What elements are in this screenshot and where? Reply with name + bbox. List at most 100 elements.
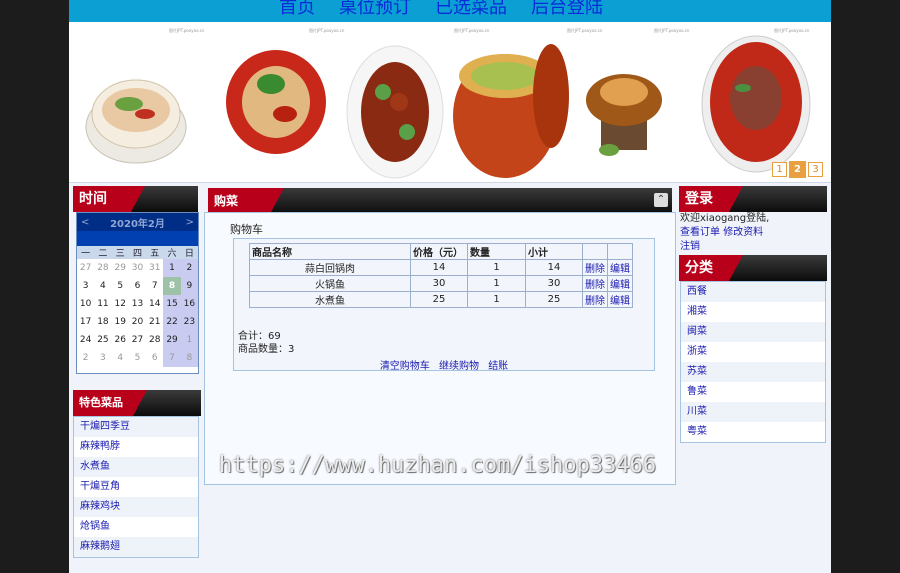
page: 首页 桌位预订 已选菜品 后台登陆 图片JPT.pooyoo.cn 图片JPT.…	[69, 0, 831, 573]
dish-image-1	[85, 79, 187, 164]
pager-page-2[interactable]: 2	[789, 161, 806, 178]
banner-watermark: 图片JPT.pooyoo.cn	[654, 28, 690, 33]
table-row: 水煮鱼 25 1 25 删除 编辑	[249, 291, 633, 308]
calendar-day[interactable]: 18	[94, 313, 111, 331]
category-link[interactable]: 粤菜	[681, 422, 825, 442]
calendar-day[interactable]: 16	[180, 295, 198, 313]
clear-cart-link[interactable]: 清空购物车	[380, 361, 430, 372]
cart-item-name: 火锅鱼	[249, 275, 411, 292]
featured-header: 特色菜品	[73, 390, 201, 416]
calendar-day[interactable]: 28	[146, 331, 163, 349]
calendar-day[interactable]: 4	[112, 349, 129, 367]
featured-dish-link[interactable]: 麻辣鸡块	[74, 497, 198, 517]
category-link[interactable]: 西餐	[681, 282, 825, 302]
cart-title: 购物车	[230, 223, 263, 236]
calendar-day-today[interactable]: 8	[163, 277, 181, 295]
calendar-day[interactable]: 14	[146, 295, 163, 313]
cart-summary: 合计：69 商品数量：3	[238, 330, 294, 356]
calendar-day[interactable]: 6	[129, 277, 146, 295]
table-row: 蒜白回锅肉 14 1 14 删除 编辑	[249, 259, 633, 276]
calendar-day[interactable]: 27	[129, 331, 146, 349]
featured-dish-link[interactable]: 干煸四季豆	[74, 417, 198, 437]
calendar-day[interactable]: 5	[129, 349, 146, 367]
cart-item-price: 25	[410, 291, 468, 308]
calendar-day[interactable]: 20	[129, 313, 146, 331]
featured-dish-link[interactable]: 干煸豆角	[74, 477, 198, 497]
calendar-day[interactable]: 15	[163, 295, 181, 313]
pager-page-3[interactable]: 3	[808, 162, 823, 177]
category-link[interactable]: 浙菜	[681, 342, 825, 362]
dish-image-6	[701, 35, 811, 173]
category-link[interactable]: 闽菜	[681, 322, 825, 342]
category-link[interactable]: 苏菜	[681, 362, 825, 382]
delete-link[interactable]: 删除	[585, 296, 605, 307]
continue-shopping-link[interactable]: 继续购物	[439, 361, 479, 372]
edit-link[interactable]: 编辑	[610, 264, 630, 275]
column-header: 数量	[467, 243, 526, 260]
dish-image-2	[226, 50, 326, 154]
delete-link[interactable]: 删除	[585, 280, 605, 291]
calendar-day[interactable]: 9	[180, 277, 198, 295]
edit-link[interactable]: 编辑	[610, 296, 630, 307]
calendar-day[interactable]: 2	[77, 349, 94, 367]
calendar-day[interactable]: 10	[77, 295, 94, 313]
banner-watermark: 图片JPT.pooyoo.cn	[567, 28, 603, 33]
calendar-day[interactable]: 22	[163, 313, 181, 331]
edit-profile-link[interactable]: 修改资料	[723, 227, 763, 238]
dish-image-5	[586, 74, 662, 156]
calendar-day[interactable]: 21	[146, 313, 163, 331]
calendar-prev-button[interactable]: <	[81, 217, 89, 228]
time-header: 时间	[73, 186, 198, 212]
calendar-day[interactable]: 3	[77, 277, 94, 295]
calendar-day[interactable]: 1	[163, 259, 181, 277]
calendar-day[interactable]: 3	[94, 349, 111, 367]
pager-page-1[interactable]: 1	[772, 162, 787, 177]
checkout-link[interactable]: 结账	[488, 361, 508, 372]
calendar-day[interactable]: 2	[180, 259, 198, 277]
calendar-day[interactable]: 26	[112, 331, 129, 349]
featured-dish-link[interactable]: 炝锅鱼	[74, 517, 198, 537]
featured-dish-link[interactable]: 水煮鱼	[74, 457, 198, 477]
logout-link[interactable]: 注销	[680, 241, 700, 252]
calendar-band	[77, 231, 198, 246]
calendar-day[interactable]: 29	[112, 259, 129, 277]
calendar-day[interactable]: 1	[180, 331, 198, 349]
calendar-day[interactable]: 24	[77, 331, 94, 349]
calendar-day[interactable]: 23	[180, 313, 198, 331]
calendar-day[interactable]: 27	[77, 259, 94, 277]
calendar-day[interactable]: 12	[112, 295, 129, 313]
calendar-day[interactable]: 25	[94, 331, 111, 349]
delete-link[interactable]: 删除	[585, 264, 605, 275]
calendar-day[interactable]: 5	[112, 277, 129, 295]
calendar-day[interactable]: 7	[146, 277, 163, 295]
featured-dish-link[interactable]: 麻辣鸭脖	[74, 437, 198, 457]
calendar-day[interactable]: 7	[163, 349, 181, 367]
category-link[interactable]: 川菜	[681, 402, 825, 422]
collapse-icon[interactable]: ⌃	[654, 193, 668, 207]
nav-selected-dishes[interactable]: 已选菜品	[435, 0, 507, 19]
calendar-day[interactable]: 29	[163, 331, 181, 349]
featured-dish-link[interactable]: 麻辣鹅翅	[74, 537, 198, 557]
calendar-day[interactable]: 30	[129, 259, 146, 277]
calendar-day[interactable]: 28	[94, 259, 111, 277]
banner-watermark: 图片JPT.pooyoo.cn	[774, 28, 810, 33]
nav-home[interactable]: 首页	[279, 0, 315, 19]
nav-table-booking[interactable]: 桌位预订	[339, 0, 411, 19]
calendar-next-button[interactable]: >	[186, 217, 194, 228]
calendar-day[interactable]: 17	[77, 313, 94, 331]
calendar-day[interactable]: 4	[94, 277, 111, 295]
weekday-label: 四	[128, 246, 147, 259]
calendar-day[interactable]: 13	[129, 295, 146, 313]
calendar-day[interactable]: 11	[94, 295, 111, 313]
calendar-day[interactable]: 8	[180, 349, 198, 367]
calendar: < 2020年2月 > 一 二 三 四 五 六 日 27 28 29 30 31…	[76, 212, 199, 374]
nav-admin-login[interactable]: 后台登陆	[531, 0, 603, 19]
view-orders-link[interactable]: 查看订单	[680, 227, 720, 238]
edit-link[interactable]: 编辑	[610, 280, 630, 291]
category-link[interactable]: 鲁菜	[681, 382, 825, 402]
calendar-day[interactable]: 6	[146, 349, 163, 367]
category-link[interactable]: 湘菜	[681, 302, 825, 322]
calendar-day[interactable]: 31	[146, 259, 163, 277]
cart-item-subtotal: 30	[525, 275, 583, 292]
calendar-day[interactable]: 19	[112, 313, 129, 331]
